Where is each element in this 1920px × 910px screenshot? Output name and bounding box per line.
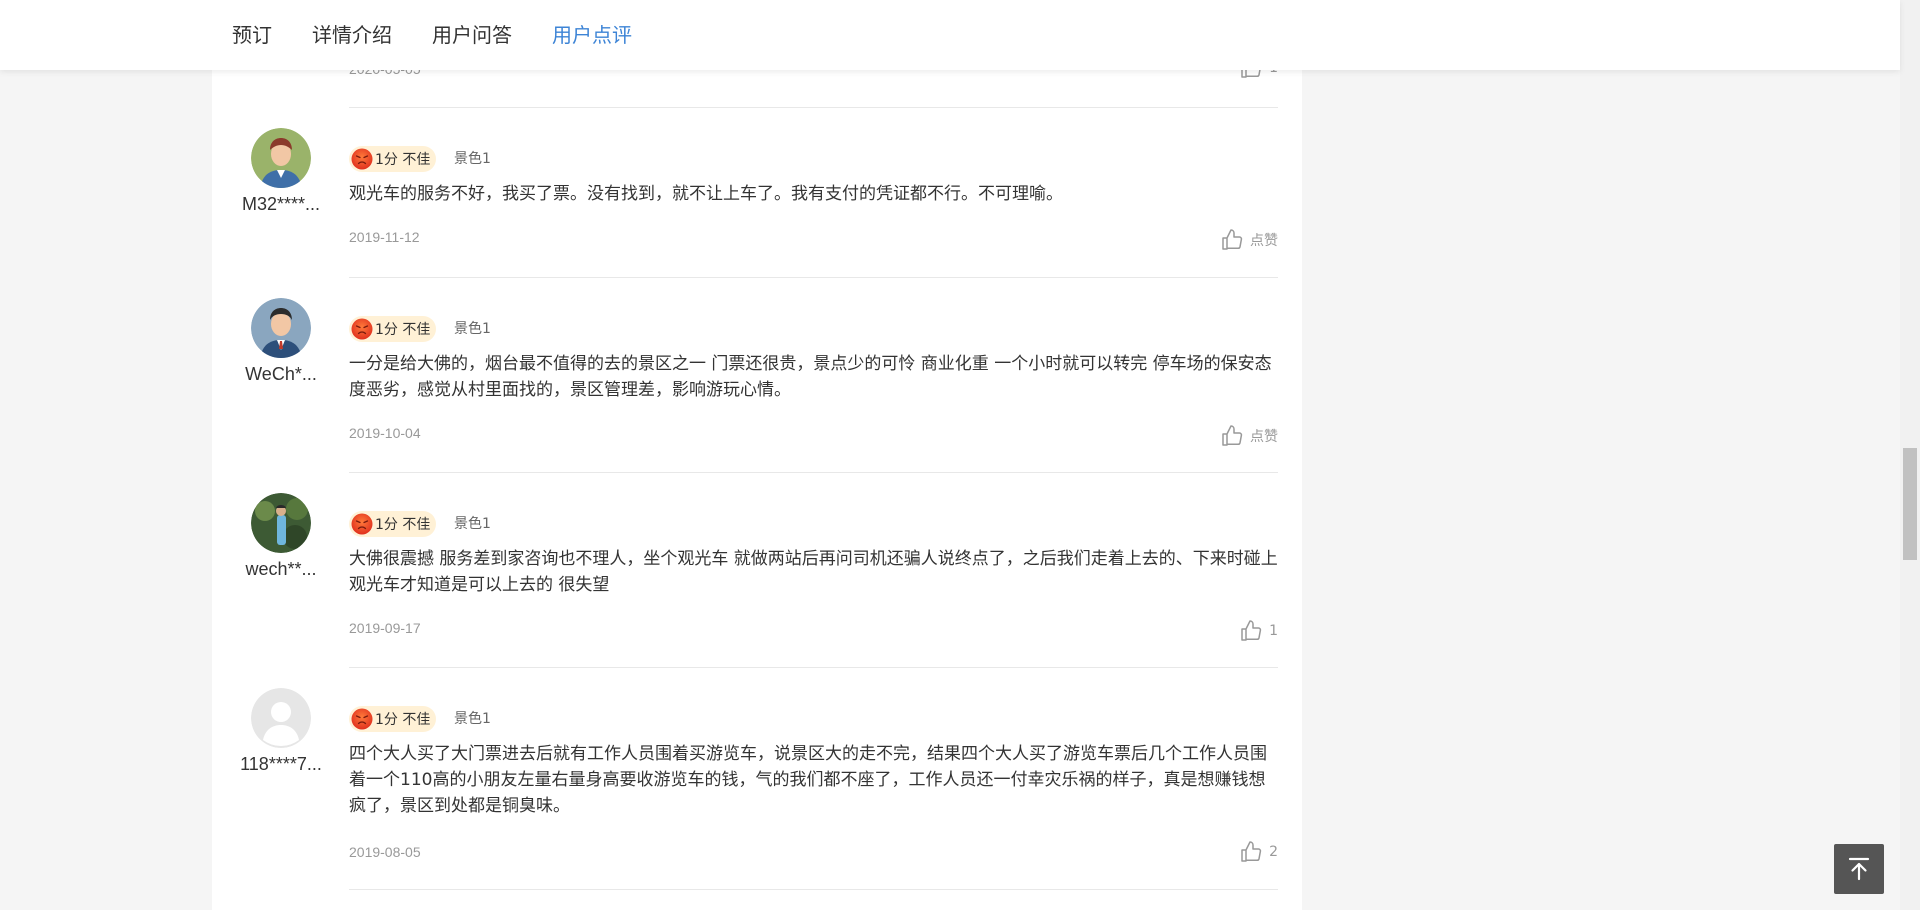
angry-face-icon: [351, 148, 373, 170]
like-count: 2: [1269, 844, 1278, 860]
score-tag: 景色1: [454, 151, 491, 167]
like-button[interactable]: 点赞: [1220, 424, 1278, 448]
score-tag: 景色1: [454, 321, 491, 337]
divider: [349, 667, 1278, 668]
username: M32****...: [241, 194, 321, 214]
review-date: 2019-11-12: [349, 229, 420, 245]
avatar-man-blue-icon: [251, 298, 311, 358]
angry-face-icon: [351, 708, 373, 730]
tab-details[interactable]: 详情介绍: [312, 22, 392, 48]
score-tag: 景色1: [454, 516, 491, 532]
tab-booking[interactable]: 预订: [232, 22, 272, 48]
avatar-man-green-icon: [251, 128, 311, 188]
angry-face-icon: [351, 513, 373, 535]
username: 118****7...: [240, 754, 322, 774]
angry-face-icon: [351, 318, 373, 340]
divider: [349, 107, 1278, 108]
avatar: [251, 128, 311, 188]
review-text: 一分是给大佛的，烟台最不值得的去的景区之一 门票还很贵，景点少的可怜 商业化重 …: [349, 354, 1272, 400]
back-to-top-button[interactable]: [1834, 844, 1884, 894]
rating-badge: 1分 不佳: [349, 706, 437, 732]
like-count: 1: [1269, 623, 1278, 639]
thumbs-up-icon: [1241, 620, 1262, 641]
tab-reviews[interactable]: 用户点评: [552, 22, 632, 48]
username: WeCh*...: [245, 364, 317, 384]
page-scrollbar[interactable]: [1900, 0, 1920, 910]
rating-badge: 1分 不佳: [349, 511, 437, 537]
review-text: 大佛很震撼 服务差到家咨询也不理人，坐个观光车 就做两站后再问司机还骗人说终点了…: [349, 549, 1278, 595]
arrow-up-to-top-icon: [1848, 857, 1870, 881]
rating-text: 1分 不佳: [375, 322, 431, 338]
like-button[interactable]: 2: [1239, 840, 1278, 864]
rating-text: 1分 不佳: [375, 152, 431, 168]
divider: [349, 277, 1278, 278]
avatar: [251, 688, 311, 748]
review-text: 观光车的服务不好，我买了票。没有找到，就不让上车了。我有支付的凭证都不行。不可理…: [349, 184, 1063, 204]
rating-badge: 1分 不佳: [349, 146, 437, 172]
divider: [349, 472, 1278, 473]
thumbs-up-icon: [1222, 229, 1243, 250]
username: wech**...: [245, 559, 317, 579]
rating-text: 1分 不佳: [375, 517, 431, 533]
like-count: 点赞: [1250, 233, 1278, 249]
review-date: 2019-08-05: [349, 844, 421, 860]
rating-text: 1分 不佳: [375, 712, 431, 728]
top-nav: 预订 详情介绍 用户问答 用户点评: [0, 0, 1900, 70]
review-text: 四个大人买了大门票进去后就有工作人员围着买游览车，说景区大的走不完，结果四个大人…: [349, 744, 1267, 816]
like-button[interactable]: 1: [1239, 619, 1278, 643]
review-panel: 2020-05-05 1 M32****... 1分 不佳: [212, 0, 1302, 910]
avatar-default-gray-icon: [251, 688, 311, 748]
thumbs-up-icon: [1241, 841, 1262, 862]
avatar: [251, 493, 311, 553]
like-count: 点赞: [1250, 429, 1278, 445]
rating-badge: 1分 不佳: [349, 316, 437, 342]
avatar-photo-person-icon: [251, 493, 311, 553]
review-date: 2019-09-17: [349, 620, 421, 636]
like-button[interactable]: 点赞: [1220, 228, 1278, 252]
scrollbar-thumb[interactable]: [1903, 448, 1917, 560]
review-date: 2019-10-04: [349, 425, 421, 441]
score-tag: 景色1: [454, 711, 491, 727]
divider: [349, 889, 1278, 890]
avatar: [251, 298, 311, 358]
thumbs-up-icon: [1222, 425, 1243, 446]
tab-qa[interactable]: 用户问答: [432, 22, 512, 48]
